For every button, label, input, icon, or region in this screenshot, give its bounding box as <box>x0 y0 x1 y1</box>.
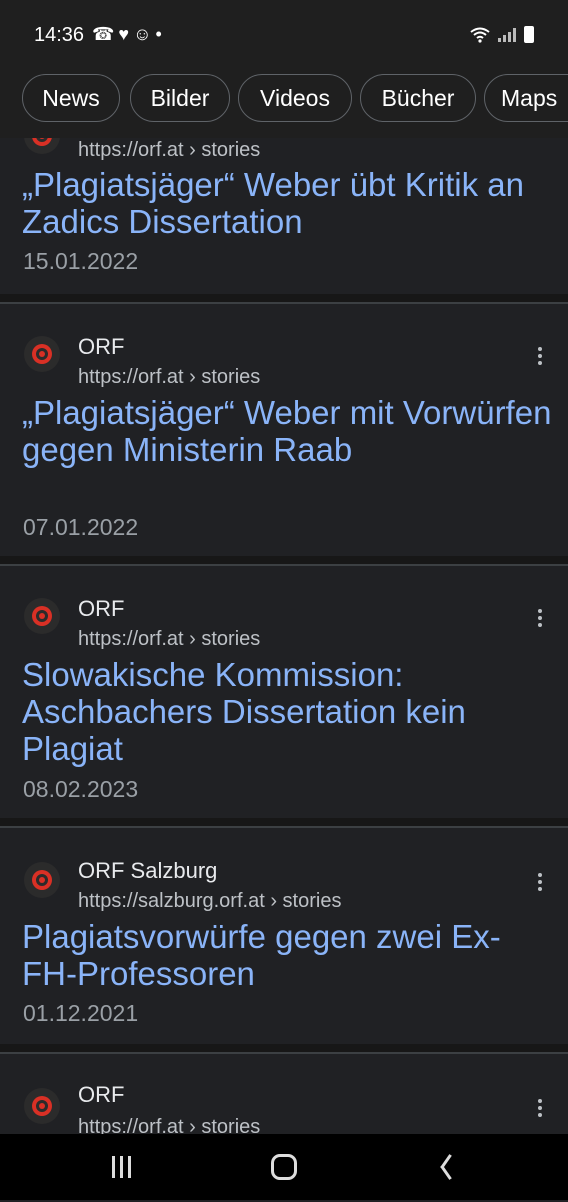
orf-favicon-icon <box>24 598 60 634</box>
search-result: ORF Salzburg https://salzburg.orf.at › s… <box>0 826 568 1046</box>
divider <box>0 818 568 826</box>
home-icon[interactable] <box>271 1154 297 1180</box>
more-options-icon[interactable] <box>538 870 544 894</box>
battery-icon <box>524 26 534 43</box>
orf-favicon-icon <box>24 862 60 898</box>
search-filter-chips: News Bilder Videos Bücher Maps <box>0 62 568 138</box>
chip-videos[interactable]: Videos <box>238 74 352 122</box>
system-navigation-bar <box>0 1134 568 1200</box>
status-bar: 14:36 ☎♥☺• <box>0 0 568 62</box>
divider <box>0 556 568 564</box>
result-site-name: ORF <box>78 596 125 621</box>
more-options-icon[interactable] <box>538 344 544 368</box>
result-site-name: ORF <box>78 334 125 359</box>
chip-bilder[interactable]: Bilder <box>130 74 230 122</box>
divider <box>0 1044 568 1052</box>
chip-news[interactable]: News <box>22 74 120 122</box>
result-url[interactable]: https://orf.at › stories <box>78 366 260 389</box>
back-icon[interactable] <box>436 1152 452 1182</box>
result-date: 15.01.2022 <box>23 248 139 274</box>
more-options-icon[interactable] <box>538 1096 544 1120</box>
orf-favicon-icon <box>24 1088 60 1124</box>
result-date: 08.02.2023 <box>23 776 139 802</box>
system-icons <box>470 26 534 43</box>
result-title-link[interactable]: „Plagiatsjäger“ Weber mit Vorwürfen gege… <box>22 394 552 468</box>
result-date: 01.12.2021 <box>23 1000 139 1026</box>
result-site-name: ORF <box>78 1082 125 1107</box>
search-result: ORF https://orf.at › stories Slowakische… <box>0 564 568 820</box>
search-result: ORF https://orf.at › stories „Plagiatsjä… <box>0 302 568 558</box>
notification-icons: ☎♥☺• <box>92 24 166 44</box>
chip-buecher[interactable]: Bücher <box>360 74 476 122</box>
result-date: 07.01.2022 <box>23 514 139 540</box>
result-url[interactable]: https://orf.at › stories <box>78 628 260 651</box>
result-url[interactable]: https://orf.at › stories <box>78 139 260 162</box>
signal-icon <box>498 27 516 42</box>
result-url[interactable]: https://salzburg.orf.at › stories <box>78 890 341 913</box>
status-time: 14:36 <box>34 24 85 46</box>
recent-apps-icon[interactable] <box>112 1156 131 1178</box>
wifi-icon <box>470 27 490 43</box>
result-title-link[interactable]: „Plagiatsjäger“ Weber übt Kritik an Zadi… <box>22 166 552 240</box>
result-title-link[interactable]: Plagiatsvorwürfe gegen zwei Ex-FH-Profes… <box>22 918 552 992</box>
divider <box>0 294 568 302</box>
orf-favicon-icon <box>24 336 60 372</box>
more-options-icon[interactable] <box>538 606 544 630</box>
result-title-link[interactable]: Slowakische Kommission: Aschbachers Diss… <box>22 656 552 767</box>
chip-maps[interactable]: Maps <box>484 74 568 122</box>
result-site-name: ORF Salzburg <box>78 858 218 883</box>
